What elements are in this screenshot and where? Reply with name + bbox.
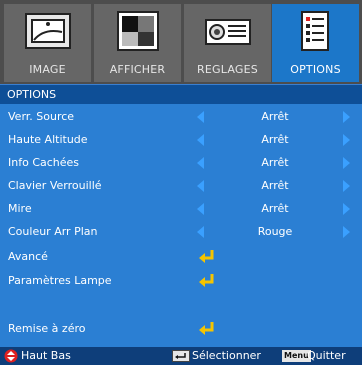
tab-image-label: IMAGE (29, 63, 66, 76)
image-icon (25, 13, 71, 49)
arrow-left-icon[interactable] (197, 203, 204, 215)
list-item-verr-source[interactable]: Verr. Source Arrêt (0, 106, 362, 128)
row-label: Mire (8, 202, 32, 215)
menu-title: OPTIONS (0, 84, 362, 104)
row-label: Paramètres Lampe (8, 274, 112, 287)
list-item-info-cachees[interactable]: Info Cachées Arrêt (0, 152, 362, 174)
arrow-right-icon[interactable] (343, 157, 350, 169)
row-label: Avancé (8, 250, 48, 263)
row-label: Verr. Source (8, 110, 75, 123)
list-item-couleur-arr-plan[interactable]: Couleur Arr Plan Rouge (0, 221, 362, 243)
menu-tab-bar: IMAGE AFFICHER REGLAGES OPTIONS (0, 0, 362, 84)
tab-reglages-label: REGLAGES (197, 63, 258, 76)
footer-help-bar: Haut Bas Sélectionner Menu Quitter (0, 347, 362, 365)
enter-key-icon (172, 350, 190, 362)
list-item-avance[interactable]: Avancé (0, 246, 362, 268)
list-item-remise-a-zero[interactable]: Remise à zéro (0, 318, 362, 340)
tab-afficher[interactable]: AFFICHER (94, 4, 181, 82)
row-value: Arrêt (261, 202, 289, 215)
row-value: Rouge (257, 225, 293, 238)
arrow-right-icon[interactable] (343, 111, 350, 123)
arrow-right-icon[interactable] (343, 203, 350, 215)
arrow-left-icon[interactable] (197, 226, 204, 238)
enter-icon (199, 250, 214, 263)
list-item-clavier-verrouille[interactable]: Clavier Verrouillé Arrêt (0, 175, 362, 197)
footer-select-label: Sélectionner (192, 349, 261, 362)
row-label: Haute Altitude (8, 133, 88, 146)
projector-icon (205, 19, 251, 45)
row-value: Arrêt (261, 156, 289, 169)
row-label: Info Cachées (8, 156, 80, 169)
options-list: Verr. Source Arrêt Haute Altitude Arrêt … (0, 104, 362, 347)
arrow-left-icon[interactable] (197, 134, 204, 146)
footer-quit-label: Quitter (307, 349, 346, 362)
up-down-icon (4, 349, 18, 363)
arrow-left-icon[interactable] (197, 157, 204, 169)
tab-options[interactable]: OPTIONS (272, 4, 359, 82)
tab-options-label: OPTIONS (290, 63, 341, 76)
row-label: Couleur Arr Plan (8, 225, 98, 238)
row-value: Arrêt (261, 179, 289, 192)
list-item-haute-altitude[interactable]: Haute Altitude Arrêt (0, 129, 362, 151)
tab-image[interactable]: IMAGE (4, 4, 91, 82)
enter-icon (199, 322, 214, 335)
row-value: Arrêt (261, 110, 289, 123)
list-item-parametres-lampe[interactable]: Paramètres Lampe (0, 270, 362, 292)
row-value: Arrêt (261, 133, 289, 146)
arrow-right-icon[interactable] (343, 226, 350, 238)
display-icon (117, 11, 159, 51)
footer-nav-label: Haut Bas (21, 349, 71, 362)
arrow-left-icon[interactable] (197, 111, 204, 123)
options-icon (301, 11, 329, 51)
row-label: Clavier Verrouillé (8, 179, 102, 192)
arrow-left-icon[interactable] (197, 180, 204, 192)
osd-menu: IMAGE AFFICHER REGLAGES OPTIONS OPTIONS … (0, 0, 362, 365)
tab-reglages[interactable]: REGLAGES (184, 4, 271, 82)
list-item-mire[interactable]: Mire Arrêt (0, 198, 362, 220)
row-label: Remise à zéro (8, 322, 86, 335)
arrow-right-icon[interactable] (343, 134, 350, 146)
enter-icon (199, 274, 214, 287)
tab-afficher-label: AFFICHER (109, 63, 166, 76)
arrow-right-icon[interactable] (343, 180, 350, 192)
